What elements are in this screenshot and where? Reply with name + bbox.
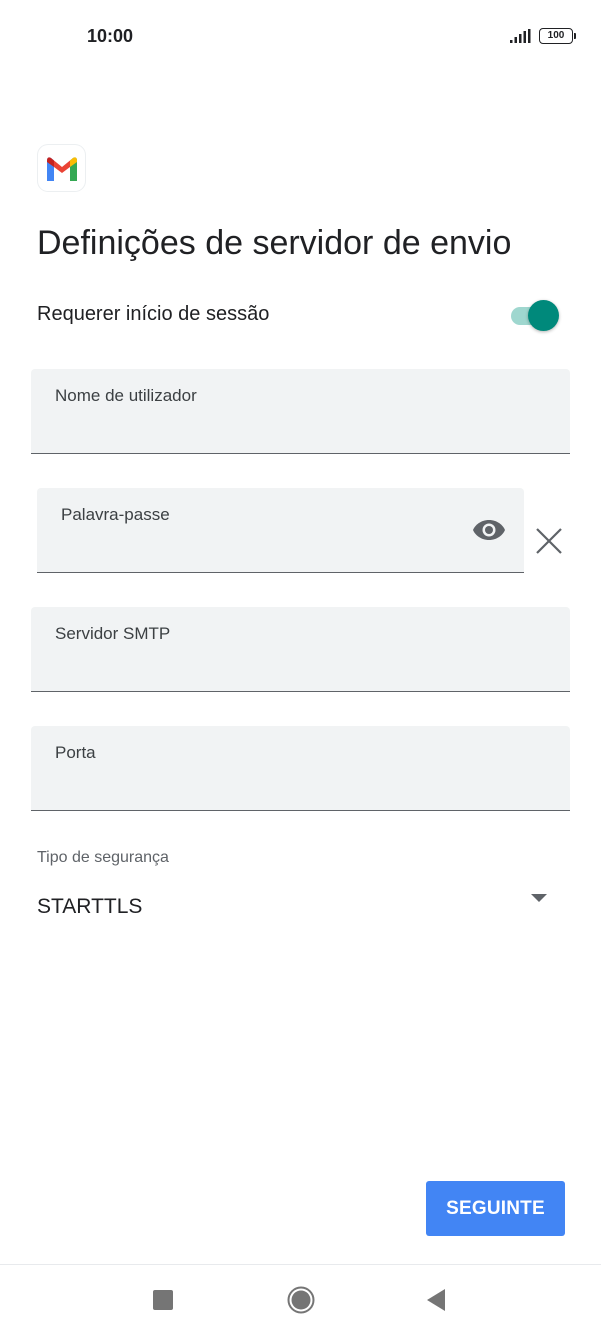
signal-icon xyxy=(510,29,531,43)
password-label: Palavra-passe xyxy=(61,505,170,524)
port-label: Porta xyxy=(55,743,96,762)
back-icon[interactable] xyxy=(426,1288,446,1312)
security-type-label: Tipo de segurança xyxy=(37,849,169,866)
security-type-dropdown[interactable]: STARTTLS xyxy=(37,893,552,925)
dropdown-arrow-icon xyxy=(531,894,547,902)
gmail-logo-icon xyxy=(38,145,85,191)
eye-icon[interactable] xyxy=(472,518,506,542)
status-icons: 100 xyxy=(510,28,576,44)
page-title: Definições de servidor de envio xyxy=(37,224,512,262)
smtp-server-input[interactable] xyxy=(55,657,510,683)
require-login-toggle[interactable] xyxy=(509,300,559,332)
battery-icon: 100 xyxy=(539,28,576,44)
recents-icon[interactable] xyxy=(153,1290,173,1310)
next-button[interactable]: SEGUINTE xyxy=(426,1181,565,1236)
username-field[interactable]: Nome de utilizador xyxy=(31,369,570,454)
smtp-server-label: Servidor SMTP xyxy=(55,624,171,643)
security-type-value: STARTTLS xyxy=(37,895,143,918)
username-label: Nome de utilizador xyxy=(55,386,197,405)
close-icon[interactable] xyxy=(534,526,564,556)
toggle-thumb xyxy=(528,300,559,331)
require-login-label: Requerer início de sessão xyxy=(37,303,270,325)
outgoing-server-settings-screen: 10:00 100 Definições de servidor de envi… xyxy=(0,0,601,1336)
port-input[interactable] xyxy=(55,776,510,802)
home-icon[interactable] xyxy=(287,1286,315,1314)
status-time: 10:00 xyxy=(87,26,134,46)
password-field[interactable]: Palavra-passe xyxy=(37,488,524,573)
port-field[interactable]: Porta xyxy=(31,726,570,811)
system-nav-bar xyxy=(0,1264,601,1336)
username-input[interactable] xyxy=(55,419,510,445)
smtp-server-field[interactable]: Servidor SMTP xyxy=(31,607,570,692)
password-input[interactable] xyxy=(61,538,464,564)
